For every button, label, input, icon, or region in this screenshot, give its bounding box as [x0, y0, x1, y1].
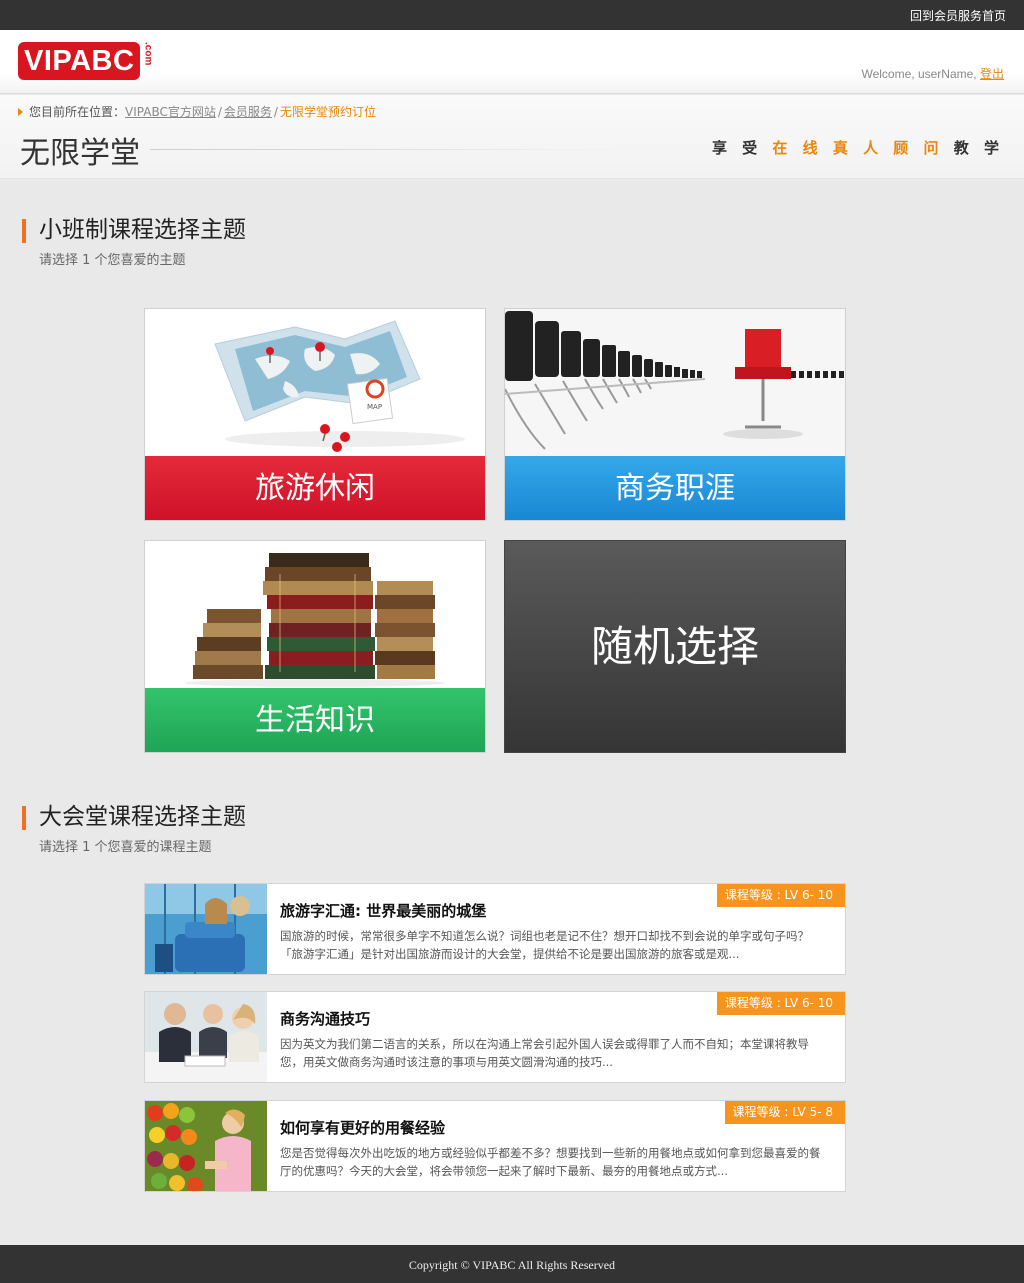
life-books-image	[145, 541, 485, 688]
breadcrumb-item-home[interactable]: VIPABC官方网站	[125, 103, 216, 120]
small-class-title: 小班制课程选择主题	[39, 217, 246, 243]
lecture-header: 大会堂课程选择主题 请选择 1 个您喜爱的课程主题	[22, 802, 246, 855]
page-title: 无限学堂	[20, 136, 140, 171]
theme-tile-business[interactable]: 商务职涯	[504, 308, 846, 521]
logout-link[interactable]: 登出	[980, 67, 1004, 81]
copyright-text: Copyright © VIPABC All Rights Reserved	[408, 1258, 616, 1272]
course-title: 旅游字汇通: 世界最美丽的城堡	[280, 902, 487, 920]
logo-text: VIPABC	[18, 42, 141, 80]
course-title: 如何享有更好的用餐经验	[280, 1119, 446, 1137]
top-bar: 回到会员服务首页	[0, 0, 1024, 30]
course-level-badge: 课程等级 : LV 6- 10	[716, 884, 845, 907]
breadcrumb-arrow-icon	[18, 107, 23, 116]
slogan-highlight: 在 线 真 人 顾 问	[772, 139, 944, 157]
title-bar: 您目前所在位置： VIPABC官方网站 / 会员服务 / 无限学堂预约订位 无限…	[0, 95, 1024, 179]
travel-luggage-thumbnail	[145, 884, 267, 974]
slogan-part-c: 教 学	[953, 139, 1004, 157]
course-title: 商务沟通技巧	[280, 1010, 371, 1028]
member-home-link[interactable]: 回到会员服务首页	[910, 7, 1006, 24]
tile-label: 商务职涯	[505, 456, 845, 520]
slogan-part-a: 享 受	[711, 139, 763, 157]
vipabc-logo[interactable]: VIPABC .com	[18, 42, 154, 80]
breadcrumb-item-current: 无限学堂预约订位	[279, 105, 376, 119]
theme-tile-travel[interactable]: MAP 旅游休闲	[144, 308, 486, 521]
market-produce-thumbnail	[145, 1101, 267, 1191]
tile-label: 随机选择	[590, 622, 759, 671]
lecture-course-dining[interactable]: 课程等级 : LV 5- 8 如何享有更好的用餐经验 您是否觉得每次外出吃饭的地…	[144, 1100, 846, 1192]
course-description: 因为英文为我们第二语言的关系，所以在沟通上常会引起外国人误会或得罪了人而不自知；…	[280, 1037, 809, 1069]
map-label: MAP	[367, 403, 382, 411]
tile-label: 旅游休闲	[145, 456, 485, 520]
breadcrumb-separator: /	[217, 104, 222, 119]
breadcrumb-separator: /	[273, 104, 278, 119]
theme-tile-life[interactable]: 生活知识	[144, 540, 486, 753]
slogan: 享 受 在 线 真 人 顾 问 教 学	[712, 137, 1004, 158]
course-level-badge: 课程等级 : LV 5- 8	[724, 1101, 845, 1124]
business-chairs-image	[505, 309, 845, 456]
lecture-course-travel[interactable]: 课程等级 : LV 6- 10 旅游字汇通: 世界最美丽的城堡 国旅游的时候，常…	[144, 883, 846, 975]
course-description: 您是否觉得每次外出吃饭的地方或经验似乎都差不多？想要找到一些新的用餐地点或如何拿…	[280, 1146, 821, 1178]
course-description: 国旅游的时候，常常很多单字不知道怎么说？词组也老是记不住？想开口却找不到会说的单…	[280, 929, 809, 961]
lecture-subtitle: 请选择 1 个您喜爱的课程主题	[39, 840, 212, 855]
welcome-text: Welcome, userName,	[861, 67, 977, 81]
header: VIPABC .com Welcome, userName, 登出	[0, 30, 1024, 94]
lecture-course-business[interactable]: 课程等级 : LV 6- 10 商务沟通技巧 因为英文为我们第二语言的关系，所以…	[144, 991, 846, 1083]
title-divider	[150, 149, 630, 150]
section-marker	[22, 219, 26, 243]
small-class-subtitle: 请选择 1 个您喜爱的主题	[39, 253, 186, 268]
breadcrumb-item-member[interactable]: 会员服务	[224, 103, 272, 120]
breadcrumb: 您目前所在位置： VIPABC官方网站 / 会员服务 / 无限学堂预约订位	[18, 103, 376, 120]
travel-map-image: MAP	[145, 309, 485, 456]
footer: Copyright © VIPABC All Rights Reserved	[0, 1245, 1024, 1283]
theme-tile-random[interactable]: 随机选择	[504, 540, 846, 753]
course-level-badge: 课程等级 : LV 6- 10	[716, 992, 845, 1015]
logo-suffix: .com	[142, 42, 154, 66]
business-meeting-thumbnail	[145, 992, 267, 1082]
section-marker	[22, 806, 26, 830]
welcome-area: Welcome, userName, 登出	[861, 65, 1004, 82]
breadcrumb-prefix: 您目前所在位置：	[29, 105, 126, 119]
lecture-title: 大会堂课程选择主题	[39, 804, 246, 830]
tile-label: 生活知识	[145, 688, 485, 752]
small-class-header: 小班制课程选择主题 请选择 1 个您喜爱的主题	[22, 215, 246, 268]
